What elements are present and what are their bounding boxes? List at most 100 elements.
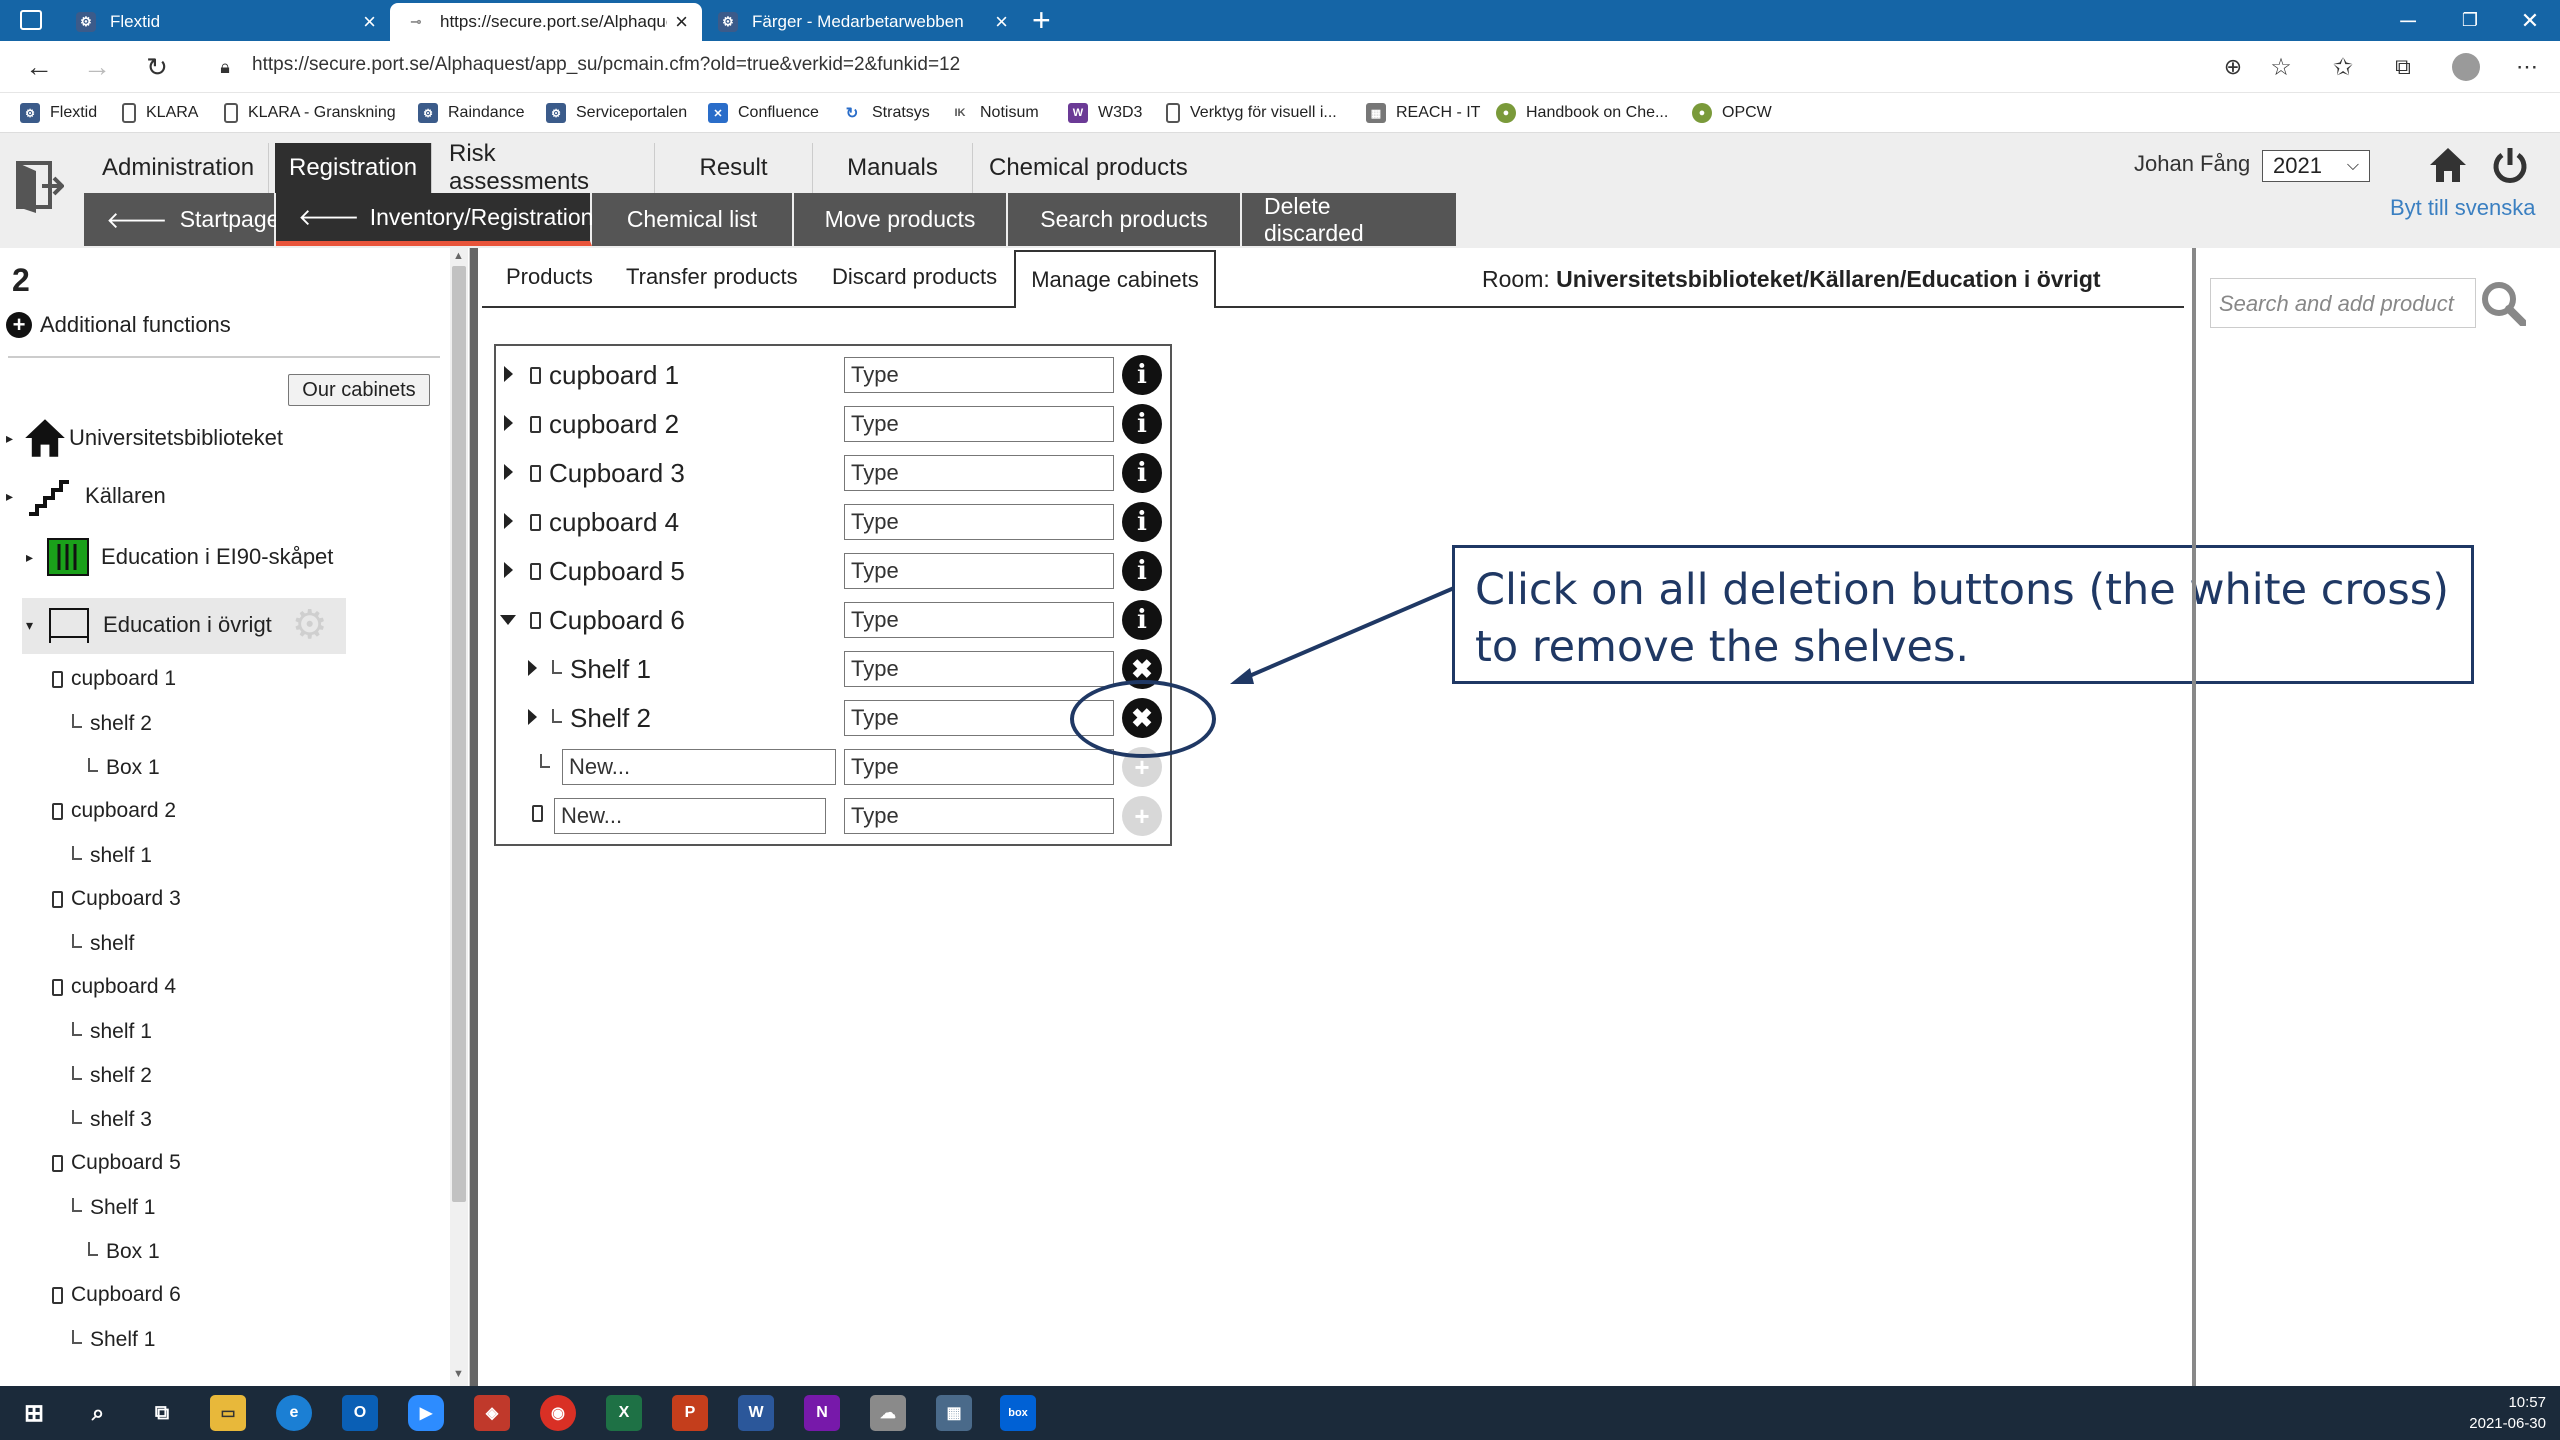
submenu-chemical-list[interactable]: Chemical list [592,193,794,246]
browser-tab-flextid[interactable]: ⚙ Flextid × [60,3,390,41]
info-icon[interactable]: i [1122,502,1162,542]
forward-icon[interactable]: → [78,48,116,86]
expand-arrow-icon[interactable] [504,464,513,480]
tab-discard-products[interactable]: Discard products [818,250,1011,304]
tree-item-cupboard[interactable]: Cupboard 6 [52,1283,181,1307]
zoom-icon[interactable]: ⊕ [2214,48,2252,86]
expand-arrow-icon[interactable]: ▸ [6,430,13,447]
exit-icon[interactable] [14,159,64,213]
new-shelf-input[interactable]: New... [562,749,836,785]
bookmark-stratsys[interactable]: ↻ Stratsys [842,100,930,126]
add-icon[interactable]: + [1122,796,1162,836]
tree-item-cupboard[interactable]: Cupboard 3 [52,887,181,911]
type-input[interactable]: Type [844,651,1114,687]
favorite-add-icon[interactable]: ☆ [2262,48,2300,86]
collapse-arrow-icon[interactable] [500,615,516,625]
bookmark-raindance[interactable]: ⚙ Raindance [418,100,525,126]
tree-item-cupboard[interactable]: cupboard 2 [52,799,176,823]
tree-item-cupboard[interactable]: Cupboard 5 [52,1151,181,1175]
info-icon[interactable]: i [1122,404,1162,444]
expand-arrow-icon[interactable] [504,562,513,578]
new-cabinet-input[interactable]: New... [554,798,826,834]
expand-arrow-icon[interactable] [504,513,513,529]
tab-actions-icon[interactable] [20,10,42,30]
tree-item-universitetsbiblioteket[interactable]: ▸ Universitetsbiblioteket [6,416,283,460]
minimize-icon[interactable]: ─ [2378,0,2438,41]
menu-result[interactable]: Result [655,143,813,193]
scroll-up-icon[interactable]: ▲ [453,250,464,262]
word-icon[interactable]: W [738,1395,774,1431]
search-product-input[interactable]: Search and add product [2210,278,2476,328]
close-tab-icon[interactable]: × [363,11,376,33]
info-icon[interactable]: i [1122,600,1162,640]
tree-item-cupboard[interactable]: cupboard 1 [52,667,176,691]
shelf-name[interactable]: Shelf 2 [552,703,651,734]
file-explorer-icon[interactable]: ▭ [210,1395,246,1431]
outlook-icon[interactable]: O [342,1395,378,1431]
submenu-startpage[interactable]: 🡐 Startpage [84,193,279,246]
type-input[interactable]: Type [844,357,1114,393]
tree-item-shelf[interactable]: Shelf 1 [72,1328,155,1352]
tree-item-kallaren[interactable]: ▸ Källaren [6,476,166,516]
tree-item-shelf[interactable]: Shelf 1 [72,1196,155,1220]
info-icon[interactable]: i [1122,551,1162,591]
tree-item-box[interactable]: Box 1 [88,756,160,780]
chrome-icon[interactable]: ◉ [540,1395,576,1431]
tree-item-education-ei90[interactable]: ▸ Education i EI90-skåpet [26,538,333,576]
zoom-app-icon[interactable]: ▶ [408,1395,444,1431]
shelf-name[interactable]: Shelf 1 [552,654,651,685]
type-input[interactable]: Type [844,749,1114,785]
cabinet-name[interactable]: cupboard 2 [530,409,679,440]
cabinet-name[interactable]: Cupboard 6 [530,605,685,636]
type-input[interactable]: Type [844,602,1114,638]
expand-arrow-icon[interactable] [528,660,537,676]
info-icon[interactable]: i [1122,355,1162,395]
expand-arrow-icon[interactable] [528,709,537,725]
task-view-icon[interactable]: ⧉ [144,1395,180,1431]
edge-icon[interactable]: e [276,1395,312,1431]
windows-start-icon[interactable]: ⊞ [16,1395,52,1431]
tree-item-cupboard[interactable]: cupboard 4 [52,975,176,999]
tab-transfer-products[interactable]: Transfer products [612,250,812,304]
bookmark-notisum[interactable]: IK Notisum [950,100,1039,126]
tree-item-education-ovrigt[interactable]: ▾ Education i övrigt ⚙ [26,602,328,648]
additional-functions-link[interactable]: + Additional functions [6,312,231,338]
type-input[interactable]: Type [844,553,1114,589]
submenu-search-products[interactable]: Search products [1008,193,1242,246]
tree-item-shelf[interactable]: shelf [72,932,134,956]
tree-item-shelf[interactable]: shelf 1 [72,844,152,868]
bookmark-verktyg[interactable]: Verktyg för visuell i... [1166,100,1337,126]
browser-tab-alphaquest[interactable]: ⊸ https://secure.port.se/Alphaques × [390,3,702,41]
gear-icon[interactable]: ⚙ [292,602,328,648]
collections-icon[interactable]: ⧉ [2384,48,2422,86]
switch-language-link[interactable]: Byt till svenska [2390,195,2536,221]
menu-risk-assessments[interactable]: Risk assessments [435,140,655,195]
collapse-arrow-icon[interactable]: ▾ [26,617,33,634]
browser-tab-farger[interactable]: ⚙ Färger - Medarbetarwebben × [702,3,1022,41]
type-input[interactable]: Type [844,504,1114,540]
back-icon[interactable]: ← [20,48,58,86]
tree-item-shelf[interactable]: shelf 1 [72,1020,152,1044]
bookmark-reach-it[interactable]: ▦ REACH - IT [1366,100,1480,126]
search-icon[interactable]: ⌕ [80,1395,116,1431]
profile-avatar[interactable] [2452,53,2480,81]
powerpoint-icon[interactable]: P [672,1395,708,1431]
onenote-icon[interactable]: N [804,1395,840,1431]
bookmark-serviceportalen[interactable]: ⚙ Serviceportalen [546,100,687,126]
menu-registration[interactable]: Registration [275,143,433,193]
expand-arrow-icon[interactable]: ▸ [26,549,33,566]
menu-administration[interactable]: Administration [88,143,270,193]
scrollbar-thumb[interactable] [452,266,466,1202]
security-app-icon[interactable]: ◈ [474,1395,510,1431]
bookmark-w3d3[interactable]: W W3D3 [1068,100,1142,126]
type-input[interactable]: Type [844,455,1114,491]
bookmark-confluence[interactable]: ✕ Confluence [708,100,819,126]
tree-item-shelf[interactable]: shelf 2 [72,1064,152,1088]
expand-arrow-icon[interactable] [504,415,513,431]
year-select[interactable]: 2021 ⌵ [2262,150,2370,182]
expand-arrow-icon[interactable]: ▸ [6,488,13,505]
tree-item-shelf[interactable]: shelf 2 [72,712,152,736]
type-input[interactable]: Type [844,406,1114,442]
menu-chemical-products[interactable]: Chemical products [975,143,1202,193]
favorites-icon[interactable]: ✩ [2324,48,2362,86]
